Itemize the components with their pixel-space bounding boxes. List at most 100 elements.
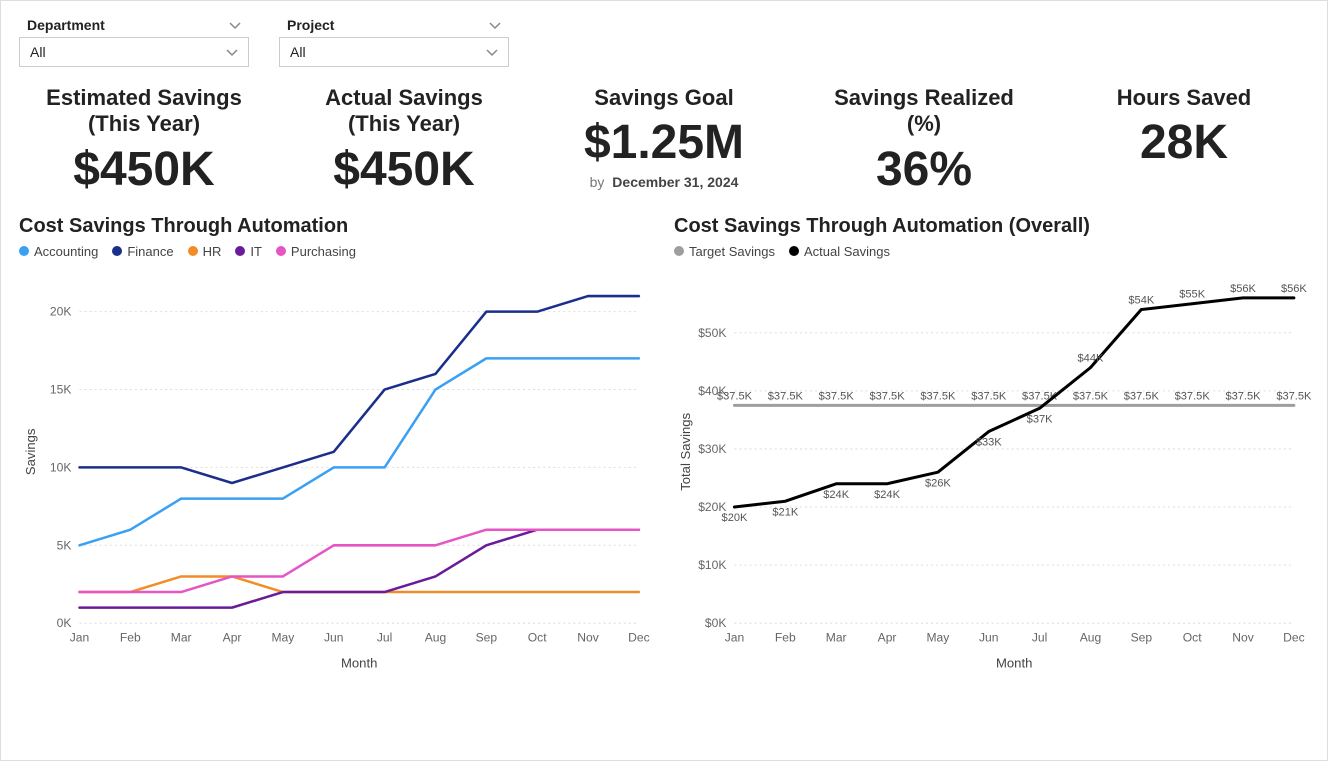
- legend-label: IT: [250, 244, 262, 259]
- filter-project-label-text: Project: [287, 17, 334, 33]
- svg-text:Nov: Nov: [577, 630, 598, 644]
- svg-text:Apr: Apr: [223, 630, 242, 644]
- svg-text:5K: 5K: [57, 538, 72, 552]
- svg-text:Feb: Feb: [775, 630, 796, 644]
- svg-text:Jun: Jun: [324, 630, 343, 644]
- legend-dot-icon: [789, 246, 799, 256]
- legend-item[interactable]: IT: [235, 244, 262, 259]
- legend-item[interactable]: Finance: [112, 244, 173, 259]
- kpi-label: Savings Goal: [539, 85, 789, 111]
- filter-department-label: Department: [19, 13, 249, 37]
- svg-text:$44K: $44K: [1078, 352, 1104, 364]
- legend-label: Purchasing: [291, 244, 356, 259]
- svg-text:$30K: $30K: [698, 442, 726, 456]
- legend-label: HR: [203, 244, 222, 259]
- kpi-savings-goal: Savings Goal $1.25M by December 31, 2024: [539, 85, 789, 197]
- svg-text:Jan: Jan: [70, 630, 89, 644]
- department-dropdown[interactable]: All: [19, 37, 249, 67]
- svg-text:Apr: Apr: [878, 630, 897, 644]
- legend-dot-icon: [19, 246, 29, 256]
- svg-text:$26K: $26K: [925, 477, 951, 489]
- kpi-hours-saved: Hours Saved 28K: [1059, 85, 1309, 197]
- svg-text:Mar: Mar: [826, 630, 847, 644]
- legend-dot-icon: [112, 246, 122, 256]
- svg-text:$21K: $21K: [772, 506, 798, 518]
- svg-text:$54K: $54K: [1128, 294, 1154, 306]
- legend-label: Target Savings: [689, 244, 775, 259]
- svg-text:Jul: Jul: [1032, 630, 1047, 644]
- svg-text:$37.5K: $37.5K: [1276, 390, 1312, 402]
- svg-text:Sep: Sep: [476, 630, 498, 644]
- legend-item[interactable]: Purchasing: [276, 244, 356, 259]
- svg-text:0K: 0K: [57, 616, 72, 630]
- svg-text:$56K: $56K: [1281, 283, 1307, 295]
- kpi-value: $450K: [279, 142, 529, 197]
- svg-text:$37.5K: $37.5K: [1073, 390, 1109, 402]
- kpi-value: 36%: [799, 142, 1049, 197]
- charts-row: Cost Savings Through Automation Accounti…: [19, 215, 1309, 682]
- svg-text:Total Savings: Total Savings: [678, 412, 693, 490]
- chart-title: Cost Savings Through Automation: [19, 215, 654, 238]
- svg-text:$55K: $55K: [1179, 288, 1205, 300]
- kpi-label: Hours Saved: [1059, 85, 1309, 111]
- svg-text:Month: Month: [341, 655, 377, 670]
- filter-project-label: Project: [279, 13, 509, 37]
- filter-department-label-text: Department: [27, 17, 105, 33]
- filter-department: Department All: [19, 13, 249, 67]
- chart-dept-savings: Cost Savings Through Automation Accounti…: [19, 215, 654, 682]
- chevron-down-icon: [226, 46, 238, 58]
- svg-text:May: May: [926, 630, 950, 644]
- kpi-row: Estimated Savings (This Year) $450K Actu…: [19, 85, 1309, 197]
- kpi-label: Estimated Savings (This Year): [19, 85, 269, 138]
- svg-text:Nov: Nov: [1232, 630, 1253, 644]
- chart-overall-savings: Cost Savings Through Automation (Overall…: [674, 215, 1309, 682]
- kpi-value: 28K: [1059, 115, 1309, 170]
- legend-item[interactable]: Actual Savings: [789, 244, 890, 259]
- chevron-down-icon: [229, 19, 241, 31]
- legend-label: Accounting: [34, 244, 98, 259]
- svg-text:Aug: Aug: [1080, 630, 1102, 644]
- kpi-label: Actual Savings (This Year): [279, 85, 529, 138]
- svg-text:Mar: Mar: [171, 630, 192, 644]
- legend-item[interactable]: Target Savings: [674, 244, 775, 259]
- svg-text:$37.5K: $37.5K: [920, 390, 956, 402]
- legend-item[interactable]: Accounting: [19, 244, 98, 259]
- kpi-actual-savings: Actual Savings (This Year) $450K: [279, 85, 529, 197]
- svg-text:Aug: Aug: [425, 630, 447, 644]
- legend-dot-icon: [276, 246, 286, 256]
- svg-text:Savings: Savings: [23, 428, 38, 475]
- svg-text:Sep: Sep: [1131, 630, 1153, 644]
- filter-bar: Department All Project All: [19, 13, 1309, 67]
- svg-text:Jun: Jun: [979, 630, 998, 644]
- legend-item[interactable]: HR: [188, 244, 222, 259]
- department-dropdown-value: All: [30, 44, 46, 60]
- line-chart: $0K$10K$20K$30K$40K$50KJanFebMarAprMayJu…: [674, 267, 1309, 677]
- kpi-estimated-savings: Estimated Savings (This Year) $450K: [19, 85, 269, 197]
- svg-text:$37.5K: $37.5K: [1175, 390, 1211, 402]
- chevron-down-icon: [489, 19, 501, 31]
- svg-text:$0K: $0K: [705, 616, 727, 630]
- svg-text:$56K: $56K: [1230, 283, 1256, 295]
- legend-label: Finance: [127, 244, 173, 259]
- svg-text:$20K: $20K: [722, 512, 748, 524]
- project-dropdown[interactable]: All: [279, 37, 509, 67]
- project-dropdown-value: All: [290, 44, 306, 60]
- svg-text:$37.5K: $37.5K: [971, 390, 1007, 402]
- svg-text:$37.5K: $37.5K: [717, 390, 753, 402]
- svg-text:Oct: Oct: [528, 630, 547, 644]
- svg-text:Feb: Feb: [120, 630, 141, 644]
- svg-text:20K: 20K: [50, 304, 72, 318]
- kpi-label: Savings Realized (%): [799, 85, 1049, 138]
- svg-text:$37.5K: $37.5K: [768, 390, 804, 402]
- svg-text:Oct: Oct: [1183, 630, 1202, 644]
- svg-text:$50K: $50K: [698, 326, 726, 340]
- legend-label: Actual Savings: [804, 244, 890, 259]
- svg-text:$37.5K: $37.5K: [1124, 390, 1160, 402]
- legend-dot-icon: [235, 246, 245, 256]
- svg-text:$24K: $24K: [874, 489, 900, 501]
- kpi-savings-realized: Savings Realized (%) 36%: [799, 85, 1049, 197]
- svg-text:$24K: $24K: [823, 489, 849, 501]
- kpi-value: $450K: [19, 142, 269, 197]
- svg-text:15K: 15K: [50, 382, 72, 396]
- chevron-down-icon: [486, 46, 498, 58]
